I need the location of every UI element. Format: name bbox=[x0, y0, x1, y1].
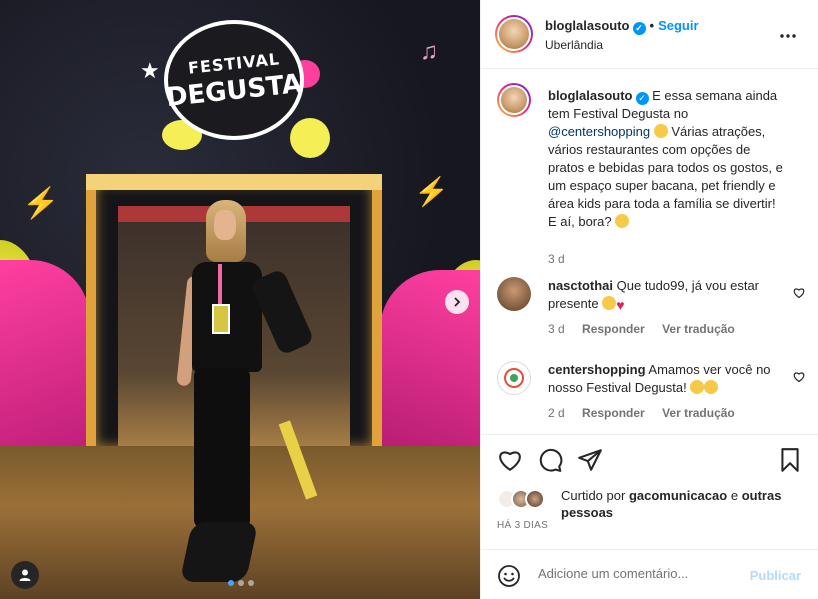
liked-by-joiner: e bbox=[730, 488, 739, 503]
comment-time[interactable]: 2 d bbox=[548, 406, 565, 420]
post-header: bloglalasouto ✓ • Seguir Uberlândia bbox=[481, 0, 818, 69]
comment-meta: 3 d Responder Ver tradução bbox=[548, 322, 749, 336]
follow-button[interactable]: Seguir bbox=[658, 18, 698, 33]
comments-section: bloglalasouto ✓ E essa semana ainda tem F… bbox=[481, 69, 818, 434]
like-comment-heart-icon[interactable] bbox=[793, 287, 805, 299]
caption-text-after: Várias atrações, vários restaurantes com… bbox=[548, 124, 783, 229]
lightning-decoration-icon: ⚡ bbox=[22, 187, 60, 220]
avatar[interactable] bbox=[497, 361, 531, 395]
save-bookmark-icon[interactable] bbox=[777, 447, 803, 473]
liked-by-user[interactable]: gacomunicacao bbox=[629, 488, 727, 503]
star-struck-emoji-icon bbox=[704, 380, 719, 394]
photo-person bbox=[176, 200, 315, 590]
avatar[interactable] bbox=[525, 489, 545, 509]
avatar[interactable] bbox=[497, 277, 531, 311]
comment-username[interactable]: centershopping bbox=[548, 362, 646, 377]
person-face bbox=[214, 210, 236, 240]
star-decoration-icon: ★ bbox=[140, 58, 160, 83]
post-actions: Curtido por gacomunicacao e outras pesso… bbox=[481, 434, 818, 549]
see-translation-button[interactable]: Ver tradução bbox=[662, 406, 735, 420]
liked-by-avatars bbox=[497, 489, 551, 509]
add-comment-bar: Publicar bbox=[481, 549, 818, 599]
comment-text: nasctothai Que tudo99, já vou estar pres… bbox=[548, 277, 783, 314]
like-comment-heart-icon[interactable] bbox=[793, 371, 805, 383]
comment-username[interactable]: nasctothai bbox=[548, 278, 613, 293]
festival-logo: FESTIVAL DEGUSTA bbox=[164, 20, 304, 160]
post-media[interactable]: FESTIVAL DEGUSTA ★ ♫ ⚡ ⚡ bbox=[0, 0, 480, 599]
next-slide-button[interactable] bbox=[445, 290, 469, 314]
comment-meta: 2 d Responder Ver tradução bbox=[548, 406, 749, 420]
person-lanyard bbox=[218, 264, 222, 304]
author-username[interactable]: bloglalasouto bbox=[545, 18, 630, 33]
post-timestamp[interactable]: HÁ 3 DIAS bbox=[497, 520, 548, 531]
carousel-dot bbox=[238, 580, 244, 586]
person-legs bbox=[194, 368, 250, 528]
photo-portal-top bbox=[86, 174, 382, 190]
author-line: bloglalasouto ✓ • Seguir bbox=[545, 18, 699, 35]
caption-mention[interactable]: @centershopping bbox=[548, 124, 650, 139]
likes-text: Curtido por gacomunicacao e outras pesso… bbox=[561, 487, 797, 521]
red-heart-emoji-icon: ♥ bbox=[616, 297, 625, 313]
comment-bubble-icon[interactable] bbox=[537, 447, 563, 473]
reply-button[interactable]: Responder bbox=[582, 406, 645, 420]
post-location[interactable]: Uberlândia bbox=[545, 38, 603, 52]
emoji-picker-icon[interactable] bbox=[497, 564, 521, 588]
person-badge bbox=[212, 304, 230, 334]
music-note-icon: ♫ bbox=[420, 38, 438, 65]
comment-text: centershopping Amamos ver você no nosso … bbox=[548, 361, 783, 397]
caption-time[interactable]: 3 d bbox=[548, 252, 565, 266]
publish-button[interactable]: Publicar bbox=[750, 568, 801, 583]
avatar-image bbox=[497, 17, 531, 51]
more-options-button[interactable] bbox=[780, 22, 796, 43]
verified-icon: ✓ bbox=[635, 92, 649, 105]
lightning-decoration-icon: ⚡ bbox=[414, 176, 449, 207]
more-horizontal-icon bbox=[780, 34, 796, 38]
star-struck-emoji-icon bbox=[653, 124, 668, 138]
post-side-panel: bloglalasouto ✓ • Seguir Uberlândia bloglal… bbox=[480, 0, 818, 599]
caption-username[interactable]: bloglalasouto bbox=[548, 88, 633, 103]
separator: • bbox=[649, 18, 655, 33]
avatar[interactable] bbox=[495, 15, 533, 53]
comment-time[interactable]: 3 d bbox=[548, 322, 565, 336]
carousel-dot-active bbox=[228, 580, 234, 586]
verified-icon: ✓ bbox=[632, 22, 646, 35]
see-translation-button[interactable]: Ver tradução bbox=[662, 322, 735, 336]
share-paper-plane-icon[interactable] bbox=[577, 447, 603, 473]
person-feet bbox=[179, 522, 259, 582]
carousel-dot bbox=[248, 580, 254, 586]
carousel-indicator bbox=[228, 580, 254, 586]
comment-input[interactable] bbox=[538, 566, 738, 581]
star-struck-emoji-icon bbox=[602, 296, 617, 310]
reply-button[interactable]: Responder bbox=[582, 322, 645, 336]
center-shopping-logo-icon bbox=[504, 368, 524, 388]
avatar-image bbox=[499, 85, 529, 115]
avatar[interactable] bbox=[497, 83, 531, 117]
chevron-right-icon bbox=[454, 297, 461, 307]
smiling-emoji-icon bbox=[615, 214, 630, 228]
caption-meta: 3 d bbox=[548, 252, 579, 266]
like-heart-icon[interactable] bbox=[497, 447, 523, 473]
user-tag-icon bbox=[19, 569, 31, 581]
caption-text: bloglalasouto ✓ E essa semana ainda tem F… bbox=[548, 87, 783, 231]
photo-decoration bbox=[0, 260, 90, 446]
star-struck-emoji-icon bbox=[690, 380, 705, 394]
tagged-users-button[interactable] bbox=[11, 561, 39, 589]
liked-by-prefix: Curtido por bbox=[561, 488, 626, 503]
